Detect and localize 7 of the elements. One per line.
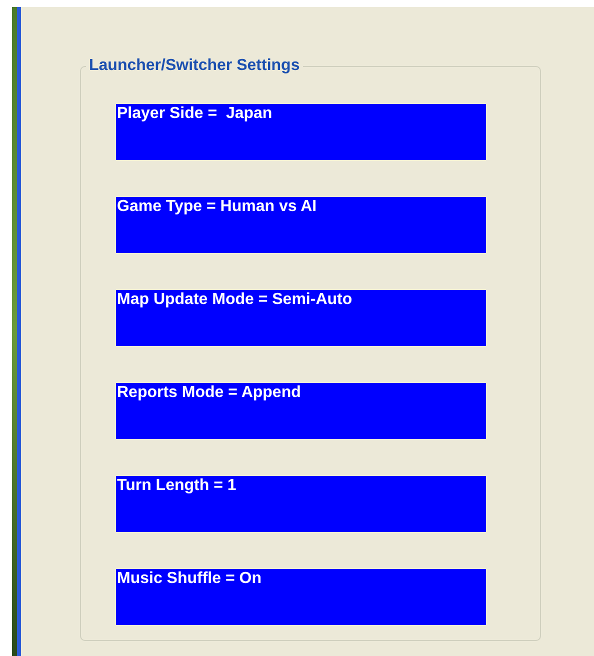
setting-button[interactable]: Music Shuffle = On <box>116 569 486 625</box>
group-title: Launcher/Switcher Settings <box>86 57 303 75</box>
setting-button[interactable]: Player Side = Japan <box>116 104 486 160</box>
setting-button[interactable]: Turn Length = 1 <box>116 476 486 532</box>
setting-button[interactable]: Reports Mode = Append <box>116 383 486 439</box>
setting-button[interactable]: Game Type = Human vs AI <box>116 197 486 253</box>
setting-button[interactable]: Map Update Mode = Semi-Auto <box>116 290 486 346</box>
